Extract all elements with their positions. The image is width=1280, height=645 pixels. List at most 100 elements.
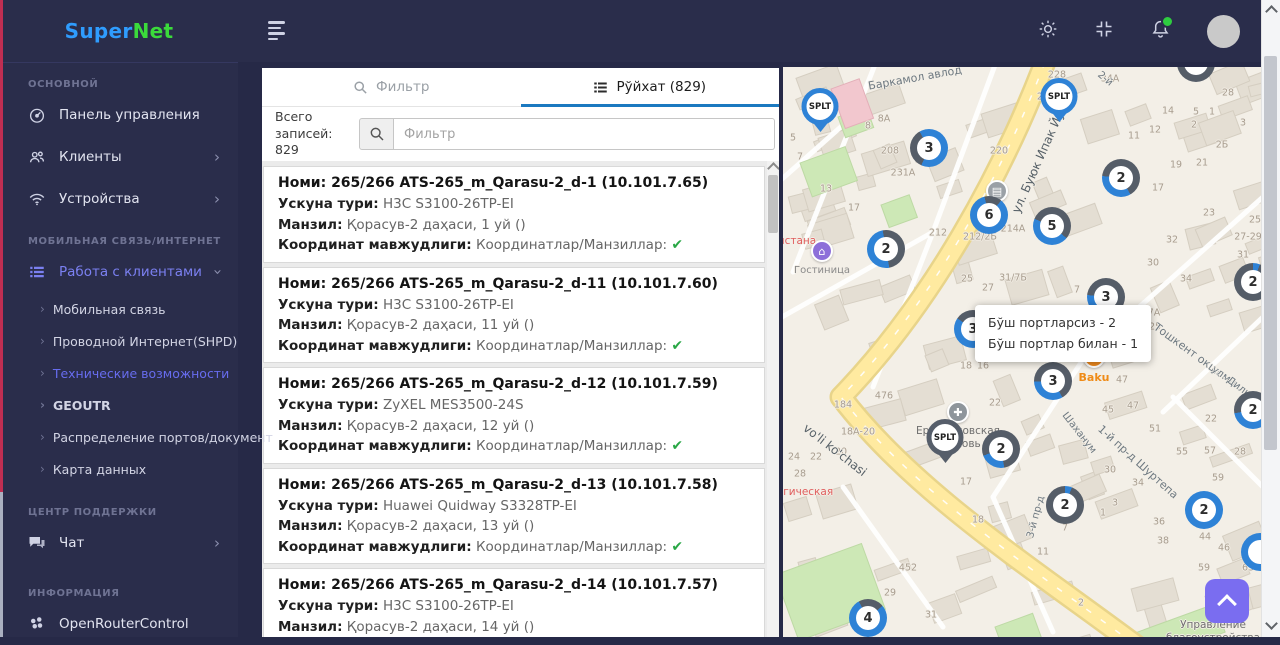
record-coords-label: Координат мавжудлиги: [278,538,472,555]
sidebar-subitem-geoutr[interactable]: › GEOUTR [0,389,238,421]
splt-pin[interactable]: SPLT [926,419,964,471]
search-icon [354,80,367,94]
building-number: 18 [971,514,985,526]
subitem-label: GEOUTR [52,397,111,413]
cluster-marker[interactable]: 2 [1046,486,1084,524]
scroll-down-arrow-icon[interactable] [1265,617,1278,630]
tab-filter[interactable]: Фильтр [262,68,521,106]
sidebar-subitem-port-distribution[interactable]: › Распределение портов/документ [0,421,273,453]
sidebar-subitem-data-map[interactable]: › Карта данных [0,453,238,485]
users-icon [29,151,45,163]
record-name-label: Номи: [278,476,327,493]
notifications-button[interactable] [1150,14,1174,44]
cluster-marker[interactable]: 2 [982,430,1020,468]
cluster-marker[interactable]: 3 [1034,362,1072,400]
sidebar-item-devices[interactable]: Устройства › [0,178,238,220]
cluster-marker[interactable] [1177,67,1215,82]
cluster-marker[interactable]: 2 [1102,159,1140,197]
splt-pin[interactable]: SPLT [1040,78,1078,130]
list-scrollbar[interactable] [766,161,779,637]
fullscreen-toggle-button[interactable] [1094,19,1114,43]
record-address-value: Қорасув-2 даҳаси, 11 уй () [346,317,535,333]
record-device-label: Ускуна тури: [278,397,379,413]
cluster-marker[interactable]: 2 [867,230,905,268]
search-button[interactable] [359,118,394,150]
record-name-value: 265/266 ATS-265_m_Qarasu-2_d-1 (10.101.7… [331,175,709,191]
building-number: 22 [1204,413,1218,425]
app-logo[interactable]: Super Net [0,0,238,63]
chevron-right-icon: › [40,366,45,380]
cluster-marker[interactable]: 6 [970,196,1008,234]
cluster-marker[interactable]: 5 [1033,207,1071,245]
record-card[interactable]: Номи: 265/266 ATS-265_m_Qarasu-2_d-12 (1… [263,367,765,464]
record-card[interactable]: Номи: 265/266 ATS-265_m_Qarasu-2_d-14 (1… [263,568,765,637]
hotel-poi-icon[interactable]: ⌂ [811,240,833,262]
record-device-value: H3C S3100-26TP-EI [382,598,514,614]
brand-primary: Super [64,19,133,43]
subitem-label: Мобильная связь [52,301,166,317]
scroll-up-arrow-icon[interactable] [766,162,779,175]
building-number: 46 [1217,542,1231,554]
building-number: 476 [874,390,894,402]
avatar[interactable] [1207,14,1240,48]
building-number: 18 [959,360,973,372]
building-number: 17 [847,202,861,214]
record-address-value: Қорасув-2 даҳаси, 1 уй () [346,216,526,233]
dashboard-icon [29,108,45,123]
building-number: 212 [928,227,948,239]
map-panel[interactable]: 35788А208231А1317212212/2Б214А2202282263… [783,67,1262,637]
chevron-right-icon: › [214,534,220,552]
building-number: 208 [880,145,900,157]
record-coords-value: Координатлар/Манзиллар: [475,237,668,253]
building-number: 24 [787,451,801,463]
record-coords-label: Координат мавжудлиги: [278,237,472,253]
sidebar-item-openroutercontrol[interactable]: OpenRouterControl [0,603,238,645]
tab-list[interactable]: Рўйхат (829) [520,68,780,107]
building-number: 17 [959,476,973,488]
list-scrollbar-thumb[interactable] [768,175,778,233]
cluster-marker[interactable]: 2 [1234,391,1262,429]
splt-pin[interactable]: SPLT [801,88,839,140]
building-number: 17 [1151,182,1165,194]
cluster-marker[interactable]: 2 [1185,491,1223,529]
scroll-to-top-button[interactable] [1205,579,1249,623]
sidebar-item-clients[interactable]: Клиенты › [0,136,238,178]
record-list[interactable]: Номи: 265/266 ATS-265_m_Qarasu-2_d-1 (10… [262,161,779,637]
panel-tabs: Фильтр Рўйхат (829) [262,68,779,107]
page-scrollbar-thumb[interactable] [1264,56,1277,450]
building-number: 452 [898,562,918,574]
sidebar-item-dashboard[interactable]: Панель управления [0,94,238,136]
sidebar-subitem-wired-internet[interactable]: › Проводной Интернет(SHPD) [0,325,238,357]
theme-toggle-button[interactable] [1038,19,1058,43]
chevron-right-icon: › [40,398,45,412]
building-number: 14 [1161,105,1175,117]
building-number: 19 [1169,159,1183,171]
sidebar-item-label: Чат [59,535,85,551]
sidebar-item-client-work[interactable]: Работа с клиентами › [0,251,238,293]
sidebar-subitem-mobile[interactable]: › Мобильная связь [0,293,238,325]
filter-input[interactable] [394,118,775,150]
record-address-value: Қорасув-2 даҳаси, 14 уй () [346,618,535,635]
building-number: 36 [1152,516,1166,528]
cluster-marker[interactable]: 3 [910,129,948,167]
record-address-value: Қорасув-2 даҳаси, 12 уй () [346,417,535,434]
record-card[interactable]: Номи: 265/266 ATS-265_m_Qarasu-2_d-1 (10… [263,166,765,263]
record-coords-label: Координат мавжудлиги: [278,337,472,354]
scroll-up-arrow-icon[interactable] [1264,5,1278,18]
hamburger-menu-icon[interactable] [268,21,288,41]
building-number: 59 [1211,472,1225,484]
record-card[interactable]: Номи: 265/266 ATS-265_m_Qarasu-2_d-13 (1… [263,467,765,564]
record-card[interactable]: Номи: 265/266 ATS-265_m_Qarasu-2_d-11 (1… [263,266,765,363]
poi-label: Baku [1078,371,1110,384]
sun-icon [1039,20,1057,38]
building-number: 44 [1198,531,1212,543]
cluster-marker[interactable] [1241,533,1262,571]
page-scrollbar[interactable] [1261,0,1280,637]
cluster-marker[interactable]: 2 [1234,263,1262,301]
building-number: 31 [1236,249,1250,261]
record-device-label: Ускуна тури: [278,497,379,514]
building-number: 25 [960,273,974,285]
cluster-marker[interactable]: 4 [849,599,887,637]
sidebar-subitem-tech-capabilities[interactable]: › Технические возможности [0,357,238,389]
sidebar-item-chat[interactable]: Чат › [0,522,238,564]
